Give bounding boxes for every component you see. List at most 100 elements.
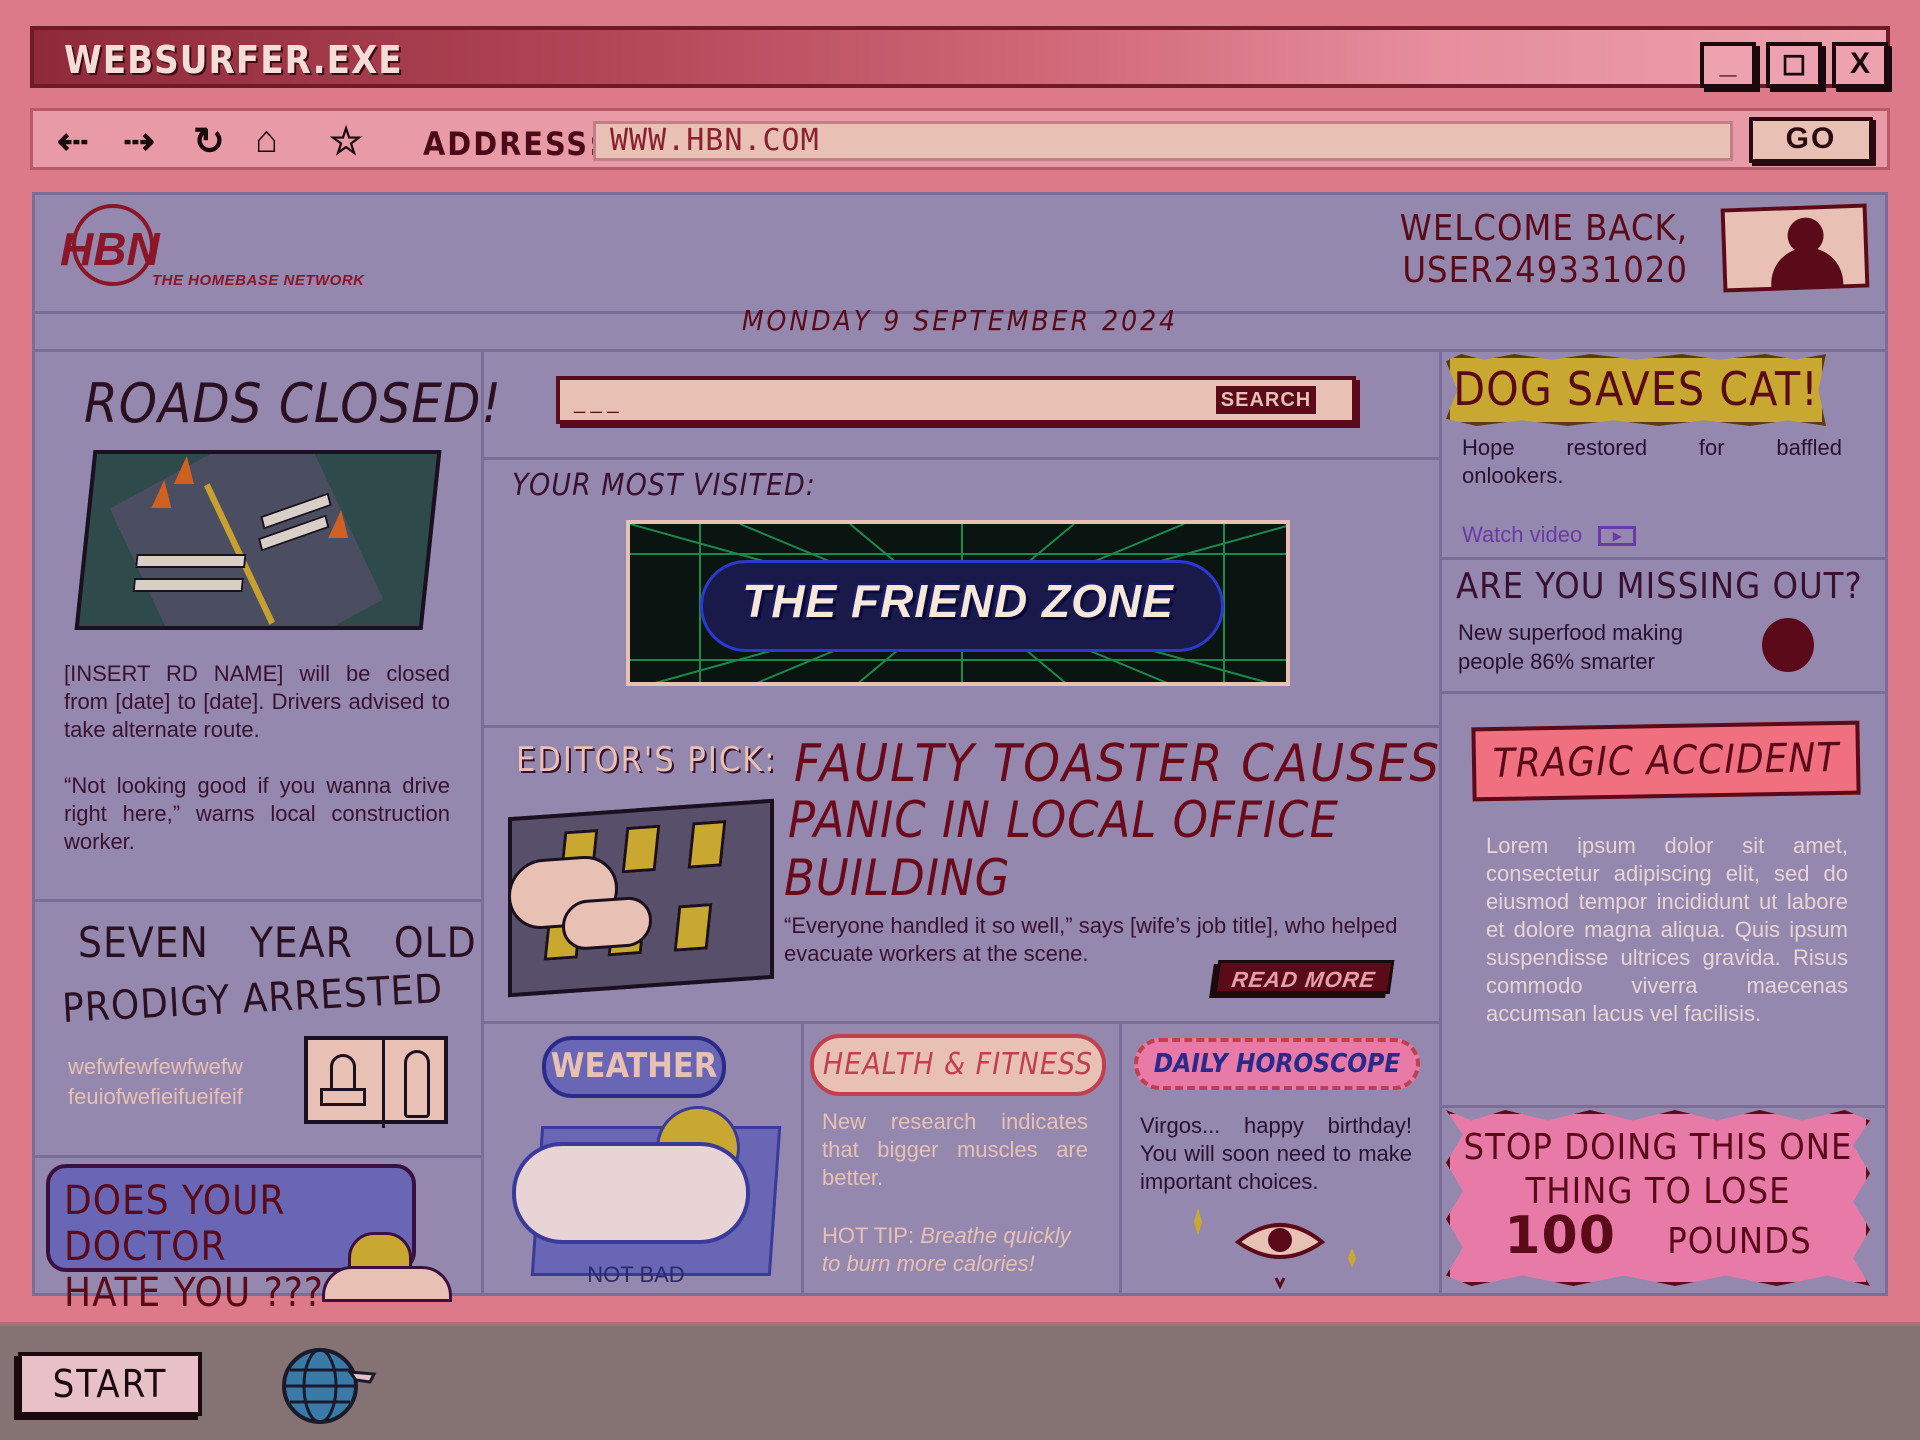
friend-zone-title: THE FRIEND ZONE <box>742 575 1174 627</box>
mugshot-photo[interactable] <box>304 1036 448 1128</box>
eye-icon <box>1194 1208 1356 1290</box>
divider <box>35 349 1885 352</box>
divider <box>1439 691 1885 694</box>
navigation-bar: ⇠ ⇢ ↻ ⌂ ☆ ADDRESS: WWW.HBN.COM GO <box>30 108 1890 170</box>
divider <box>481 457 1439 460</box>
divider <box>35 1155 481 1158</box>
weather-status: NOT BAD <box>587 1262 685 1287</box>
horoscope-label[interactable]: DAILY HOROSCOPE <box>1134 1038 1420 1090</box>
divider <box>382 1036 385 1128</box>
play-icon: ▶ <box>1598 526 1637 547</box>
address-input[interactable]: WWW.HBN.COM <box>593 121 1733 161</box>
go-button[interactable]: GO <box>1749 117 1873 163</box>
roads-photo[interactable] <box>74 450 442 630</box>
editors-pick-headline-3[interactable]: BUILDING <box>784 850 1011 906</box>
dog-body: Hope restored for baffled onlookers. <box>1462 435 1842 488</box>
divider <box>1119 1021 1122 1293</box>
avatar[interactable] <box>1720 203 1870 293</box>
page-header: HBN THE HOMEBASE NETWORK WELCOME BACK, U… <box>32 192 1888 308</box>
traffic-cone <box>328 510 352 538</box>
most-visited-label: YOUR MOST VISITED: <box>512 468 816 503</box>
start-button[interactable]: START <box>18 1352 202 1416</box>
tragic-accident-headline[interactable]: TRAGIC ACCIDENT <box>1471 720 1861 802</box>
health-fitness-label[interactable]: HEALTH & FITNESS <box>810 1034 1106 1096</box>
weight-loss-unit: POUNDS <box>1667 1221 1812 1262</box>
traffic-cone <box>173 456 197 484</box>
tragic-body: Lorem ipsum dolor sit amet, consectetur … <box>1486 833 1848 1026</box>
search-placeholder: _ _ _ <box>574 392 619 414</box>
star-icon[interactable]: ☆ <box>329 119 363 164</box>
building-window <box>687 820 727 869</box>
prodigy-text-line: feuiofwefieifueifeif <box>68 1084 243 1109</box>
editors-pick-headline-2[interactable]: PANIC IN LOCAL OFFICE <box>788 792 1339 848</box>
friend-zone-banner[interactable]: THE FRIEND ZONE <box>626 520 1290 686</box>
weight-loss-number: 100 <box>1504 1206 1616 1266</box>
taskbar: START <box>0 1322 1920 1440</box>
divider <box>35 899 481 902</box>
smoke-cloud <box>562 895 652 952</box>
horoscope-body: Virgos... happy birthday! You will soon … <box>1140 1113 1412 1194</box>
divider <box>481 725 1439 728</box>
back-arrow-icon[interactable]: ⇠ <box>57 119 89 164</box>
minimize-button[interactable]: _ <box>1700 42 1756 88</box>
weight-loss-ad[interactable]: STOP DOING THIS ONE THING TO LOSE 100 PO… <box>1446 1110 1870 1286</box>
refresh-icon[interactable]: ↻ <box>193 119 225 164</box>
missing-out-line: people 86% smarter <box>1458 649 1655 674</box>
home-icon[interactable]: ⌂ <box>255 119 278 162</box>
date-line: MONDAY 9 SEPTEMBER 2024 <box>741 304 1179 337</box>
divider <box>481 1021 1439 1024</box>
prodigy-text: wefwfewfewfwefw feuiofwefieifueifeif <box>68 1052 243 1112</box>
editors-pick-label: EDITOR'S PICK: <box>516 740 777 780</box>
prodigy-text-line: wefwfewfewfwefw <box>68 1054 243 1079</box>
read-more-button[interactable]: READ MORE <box>1213 960 1395 994</box>
search-button[interactable]: SEARCH <box>1216 386 1316 414</box>
suspect-profile <box>404 1050 430 1118</box>
prodigy-headline-1[interactable]: SEVEN YEAR OLD <box>78 918 477 967</box>
editors-pick-headline-1[interactable]: FAULTY TOASTER CAUSES <box>794 736 1441 792</box>
globe-icon[interactable] <box>270 1344 380 1426</box>
building-window <box>673 903 713 952</box>
divider <box>801 1021 804 1293</box>
watch-video-link[interactable]: Watch video ▶ <box>1462 522 1637 548</box>
welcome-line: WELCOME BACK, <box>1399 208 1688 249</box>
doctor-coat <box>322 1266 452 1302</box>
roads-paragraph-1: [INSERT RD NAME] will be closed from [da… <box>64 661 450 742</box>
maximize-button[interactable]: ◻ <box>1766 42 1822 88</box>
address-label: ADDRESS: <box>423 125 603 163</box>
dog-saves-cat-headline[interactable]: DOG SAVES CAT! <box>1446 354 1826 426</box>
apple-icon <box>1762 618 1814 672</box>
weight-loss-line: 100 POUNDS <box>1450 1210 1866 1264</box>
forward-arrow-icon[interactable]: ⇢ <box>123 119 155 164</box>
building-window <box>621 824 661 874</box>
title-bar[interactable]: WEBSURFER.EXE _ ◻ X <box>30 26 1890 88</box>
missing-out-line: New superfood making <box>1458 620 1684 645</box>
username: USER249331020 <box>1402 250 1688 291</box>
tagline: THE HOMEBASE NETWORK <box>152 272 365 289</box>
tip-label: HOT TIP: <box>822 1223 915 1248</box>
traffic-cone <box>151 480 175 508</box>
health-tip: HOT TIP: Breathe quickly to burn more ca… <box>822 1222 1088 1278</box>
roads-paragraph-2: “Not looking good if you wanna drive rig… <box>64 773 450 854</box>
roads-headline[interactable]: ROADS CLOSED! <box>84 372 502 435</box>
search-input[interactable]: _ _ _ SEARCH <box>556 376 1356 424</box>
road <box>109 450 384 630</box>
barrier <box>132 578 245 592</box>
divider <box>1439 349 1442 1293</box>
browser-window: WEBSURFER.EXE _ ◻ X ⇠ ⇢ ↻ ⌂ ☆ ADDRESS: W… <box>0 0 1920 1322</box>
health-body: New research indicates that bigger muscl… <box>822 1109 1088 1190</box>
weather-label[interactable]: WEATHER <box>542 1036 726 1098</box>
cloud-icon <box>512 1142 750 1244</box>
divider <box>1439 557 1885 560</box>
watch-video-label: Watch video <box>1462 522 1583 547</box>
avatar-body <box>1770 246 1844 289</box>
welcome-message: WELCOME BACK, USER249331020 <box>1400 208 1688 292</box>
hbn-logo[interactable]: HBN <box>60 222 160 276</box>
placard <box>320 1088 366 1106</box>
office-fire-image[interactable] <box>508 798 774 998</box>
missing-out-headline[interactable]: ARE YOU MISSING OUT? <box>1456 566 1863 607</box>
barrier <box>135 554 247 568</box>
weight-loss-line: STOP DOING THIS ONE <box>1463 1127 1853 1168</box>
window-title: WEBSURFER.EXE <box>64 38 403 82</box>
divider <box>1439 1105 1885 1108</box>
close-button[interactable]: X <box>1832 42 1888 88</box>
